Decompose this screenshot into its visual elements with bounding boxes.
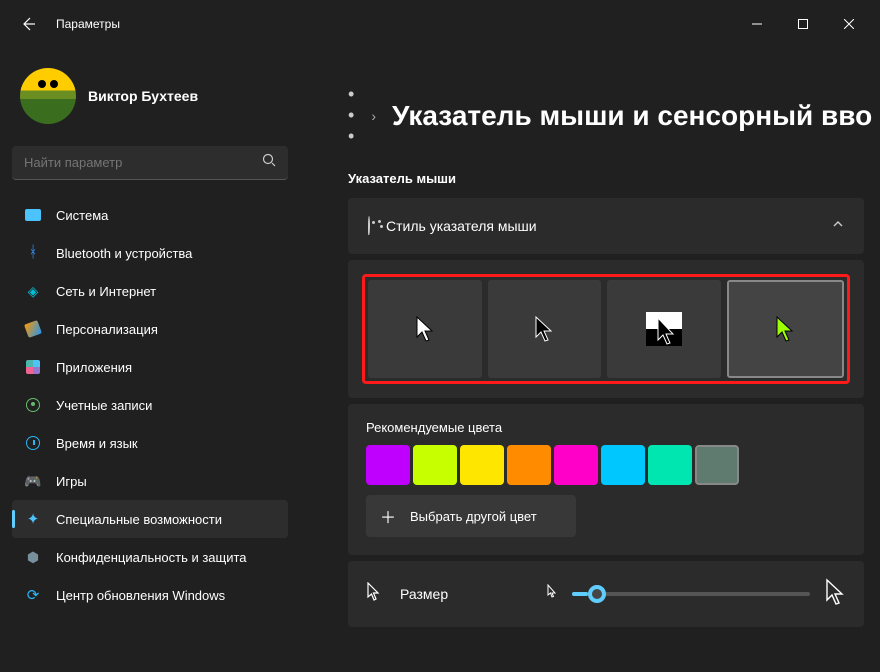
size-slider[interactable] <box>572 592 810 596</box>
nav-games[interactable]: 🎮Игры <box>12 462 288 500</box>
account-icon <box>24 396 42 414</box>
color-swatch-6[interactable] <box>601 445 645 485</box>
search-icon <box>262 153 276 172</box>
size-label: Размер <box>400 586 448 602</box>
palette-icon <box>368 217 370 235</box>
color-swatch-1[interactable] <box>366 445 410 485</box>
nav-personalization[interactable]: Персонализация <box>12 310 288 348</box>
nav-bluetooth[interactable]: ᚼBluetooth и устройства <box>12 234 288 272</box>
bluetooth-icon: ᚼ <box>24 244 42 262</box>
color-swatch-8[interactable] <box>695 445 739 485</box>
section-pointer-label: Указатель мыши <box>348 171 864 186</box>
nav-network[interactable]: ◈Сеть и Интернет <box>12 272 288 310</box>
color-swatch-3[interactable] <box>460 445 504 485</box>
nav-update[interactable]: ⟳Центр обновления Windows <box>12 576 288 614</box>
nav-accounts[interactable]: Учетные записи <box>12 386 288 424</box>
pointer-style-inverted[interactable] <box>607 280 721 378</box>
nav-system[interactable]: Система <box>12 196 288 234</box>
nav-apps[interactable]: Приложения <box>12 348 288 386</box>
shield-icon: ⬢ <box>24 548 42 566</box>
color-swatch-7[interactable] <box>648 445 692 485</box>
accessibility-icon: ✦ <box>24 510 42 528</box>
update-icon: ⟳ <box>24 586 42 604</box>
close-button[interactable] <box>826 8 872 40</box>
monitor-icon <box>24 206 42 224</box>
search-box[interactable] <box>12 146 288 180</box>
wifi-icon: ◈ <box>24 282 42 300</box>
user-name: Виктор Бухтеев <box>88 88 198 104</box>
chevron-up-icon <box>832 217 844 235</box>
pointer-style-group <box>362 274 850 384</box>
pointer-style-black[interactable] <box>488 280 602 378</box>
brush-icon <box>24 320 42 338</box>
cursor-small-icon <box>546 584 558 604</box>
slider-thumb[interactable] <box>588 585 606 603</box>
page-title: Указатель мыши и сенсорный вво <box>392 100 872 132</box>
color-swatches <box>366 445 846 485</box>
maximize-button[interactable] <box>780 8 826 40</box>
breadcrumb-more[interactable]: • • • <box>348 84 355 147</box>
window-title: Параметры <box>56 17 120 31</box>
apps-icon <box>24 358 42 376</box>
chevron-right-icon: › <box>371 108 376 124</box>
style-expander-header[interactable]: Стиль указателя мыши <box>348 198 864 254</box>
color-swatch-5[interactable] <box>554 445 598 485</box>
profile-block[interactable]: Виктор Бухтеев <box>12 48 288 142</box>
back-button[interactable] <box>8 4 48 44</box>
nav-accessibility[interactable]: ✦Специальные возможности <box>12 500 288 538</box>
nav-privacy[interactable]: ⬢Конфиденциальность и защита <box>12 538 288 576</box>
game-icon: 🎮 <box>24 472 42 490</box>
minimize-button[interactable] <box>734 8 780 40</box>
recommended-colors-label: Рекомендуемые цвета <box>366 420 846 435</box>
pick-color-button[interactable]: ＋ Выбрать другой цвет <box>366 495 576 537</box>
pointer-style-white[interactable] <box>368 280 482 378</box>
nav-time[interactable]: Время и язык <box>12 424 288 462</box>
plus-icon: ＋ <box>380 504 396 528</box>
color-swatch-4[interactable] <box>507 445 551 485</box>
avatar <box>20 68 76 124</box>
color-swatch-2[interactable] <box>413 445 457 485</box>
cursor-icon <box>366 582 382 607</box>
search-input[interactable] <box>24 155 262 170</box>
size-card: Размер <box>348 561 864 627</box>
clock-icon <box>24 434 42 452</box>
cursor-large-icon <box>824 578 846 611</box>
pointer-style-custom[interactable] <box>727 280 845 378</box>
